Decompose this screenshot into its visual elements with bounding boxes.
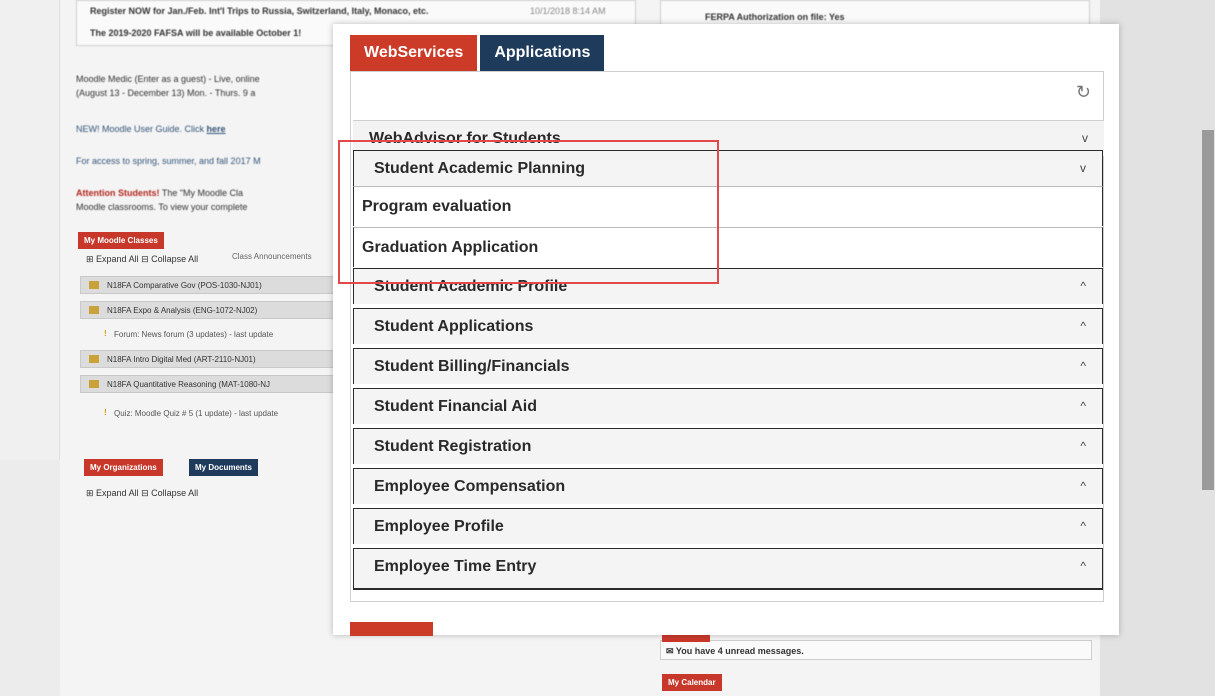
link-program-evaluation[interactable]: Program evaluation [353,186,1103,226]
group-divider [353,588,1103,590]
item-label: Program evaluation [362,198,512,215]
tab-webservices[interactable]: WebServices [350,35,478,71]
envelope-icon: ✉ [666,646,676,656]
moodle-medic: Moodle Medic (Enter as a guest) - Live, … [76,74,260,84]
refresh-icon[interactable]: ↻ [1076,82,1091,103]
access-note: For access to spring, summer, and fall 2… [76,156,261,166]
notice-1: Register NOW for Jan./Feb. Int'l Trips t… [90,6,429,16]
unread-messages[interactable]: ✉ You have 4 unread messages. [666,646,804,657]
webservices-modal: WebServices Applications ↻ WebAdvisor fo… [333,24,1119,635]
alert-icon: ! [104,329,107,338]
my-calendar-button[interactable]: My Calendar [662,674,722,691]
section-student-billing-financials[interactable]: Student Billing/Financials ^ [353,348,1103,384]
section-label: Student Financial Aid [374,398,537,415]
attention-note-2: Moodle classrooms. To view your complete [76,202,248,212]
link-graduation-application[interactable]: Graduation Application [353,227,1103,267]
item-label: Graduation Application [362,239,539,256]
course-row[interactable]: N18FA Quantitative Reasoning (MAT-1080-N… [80,375,350,393]
section-label: Student Registration [374,438,532,455]
section-employee-profile[interactable]: Employee Profile ^ [353,508,1103,544]
section-label: Student Billing/Financials [374,358,570,375]
section-label: Employee Compensation [374,478,566,495]
my-documents-button[interactable]: My Documents [189,459,258,476]
course-row[interactable]: N18FA Expo & Analysis (ENG-1072-NJ02) [80,301,350,319]
chevron-up-icon: ^ [1080,439,1086,453]
user-guide: NEW! Moodle User Guide. Click here [76,124,226,134]
section-student-financial-aid[interactable]: Student Financial Aid ^ [353,388,1103,424]
notice-2: The 2019-2020 FAFSA will be available Oc… [90,28,302,38]
chevron-up-icon: ^ [1080,399,1086,413]
attention-note: Attention Students! The "My Moodle Cla [76,188,244,198]
expand-collapse-orgs[interactable]: ⊞ Expand All ⊟ Collapse All [86,488,198,499]
moodle-medic-dates: (August 13 - December 13) Mon. - Thurs. … [76,88,256,98]
section-student-academic-profile[interactable]: Student Academic Profile ^ [353,268,1103,304]
left-gutter [0,0,60,460]
expand-collapse-classes[interactable]: ⊞ Expand All ⊟ Collapse All [86,254,198,265]
my-moodle-classes-button[interactable]: My Moodle Classes [78,232,164,249]
chevron-down-icon: v [1080,161,1086,175]
ferpa-status: FERPA Authorization on file: Yes [705,12,845,22]
group-student-academic-planning[interactable]: Student Academic Planning v [353,150,1103,186]
section-student-registration[interactable]: Student Registration ^ [353,428,1103,464]
alert-icon: ! [104,408,107,417]
services-panel: ↻ WebAdvisor for Students v Student Acad… [350,71,1104,602]
tab-bar: WebServices Applications [350,35,605,71]
chevron-up-icon: ^ [1080,359,1086,373]
chevron-up-icon: ^ [1080,559,1086,573]
section-label: WebAdvisor for Students [369,130,561,147]
class-announcements-link[interactable]: Class Announcements [232,252,312,261]
course-update[interactable]: ! Forum: News forum (3 updates) - last up… [80,326,350,344]
chevron-down-icon: v [1082,131,1088,145]
scrollbar-thumb[interactable] [1202,130,1214,490]
course-update[interactable]: ! Quiz: Moodle Quiz # 5 (1 update) - last… [80,405,350,423]
section-label: Student Academic Profile [374,278,568,295]
folder-icon [89,306,99,314]
chevron-up-icon: ^ [1080,279,1086,293]
chevron-up-icon: ^ [1080,519,1086,533]
section-student-applications[interactable]: Student Applications ^ [353,308,1103,344]
my-organizations-button[interactable]: My Organizations [84,459,163,476]
folder-icon [89,355,99,363]
course-row[interactable]: N18FA Intro Digital Med (ART-2110-NJ01) [80,350,350,368]
section-label: Student Applications [374,318,534,335]
chevron-up-icon: ^ [1080,479,1086,493]
chevron-up-icon: ^ [1080,319,1086,333]
group-label: Student Academic Planning [374,160,585,177]
section-employee-time-entry[interactable]: Employee Time Entry ^ [353,548,1103,588]
section-label: Employee Time Entry [374,558,537,575]
folder-icon [89,281,99,289]
folder-icon [89,380,99,388]
section-employee-compensation[interactable]: Employee Compensation ^ [353,468,1103,504]
user-guide-link[interactable]: here [207,124,226,134]
course-row[interactable]: N18FA Comparative Gov (POS-1030-NJ01) [80,276,350,294]
section-label: Employee Profile [374,518,504,535]
modal-footer-button[interactable] [350,622,433,636]
notice-1-date: 10/1/2018 8:14 AM [530,6,606,16]
tab-applications[interactable]: Applications [480,35,605,71]
